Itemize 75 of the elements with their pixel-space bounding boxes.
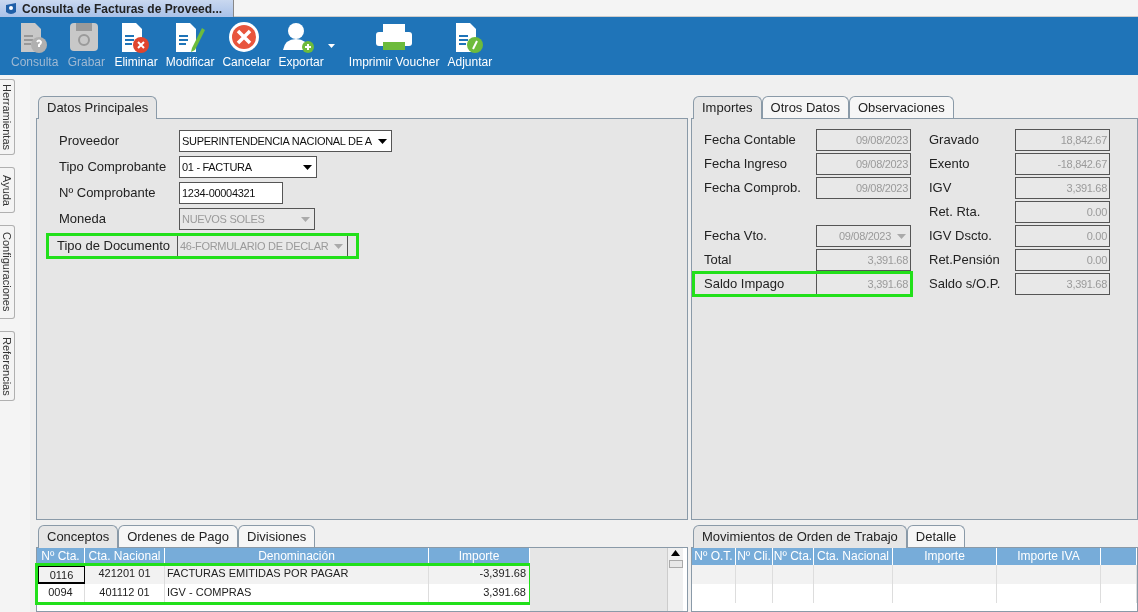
field-label: Ret.Pensión xyxy=(929,251,1001,270)
dropdown-field[interactable]: SUPERINTENDENCIA NACIONAL DE A xyxy=(179,130,392,152)
tab[interactable]: Observaciones xyxy=(848,96,954,118)
window-tab[interactable]: Consulta de Facturas de Proveed... xyxy=(0,0,234,17)
input-field[interactable]: 0.00 xyxy=(1015,225,1110,247)
toolbar-button[interactable]: Cancelar xyxy=(219,17,274,73)
toolbar-button[interactable]: Exportar xyxy=(275,17,344,73)
field-label: Saldo s/O.P. xyxy=(929,275,1002,294)
scrollbar[interactable] xyxy=(667,548,683,611)
field-label: Exento xyxy=(929,155,971,174)
caret-icon xyxy=(301,216,310,222)
side-tab[interactable]: Ayuda xyxy=(0,167,15,213)
field-label: Fecha Ingreso xyxy=(704,155,789,174)
field-label: Total xyxy=(704,251,733,270)
tab[interactable]: Ordenes de Pago xyxy=(118,525,239,547)
column-header[interactable]: Importe IVA xyxy=(997,548,1101,565)
field-label: Fecha Comprob. xyxy=(704,179,802,198)
table-cell: IGV - COMPRAS xyxy=(165,584,429,603)
input-field[interactable]: 3,391.68 xyxy=(816,273,911,295)
tab[interactable]: Importes xyxy=(693,96,762,119)
toolbar-button[interactable]: Eliminar xyxy=(111,17,161,73)
field-label: Gravado xyxy=(929,131,980,150)
input-field[interactable]: 0.00 xyxy=(1015,201,1110,223)
column-header[interactable]: Nº Cta. xyxy=(773,548,814,565)
input-field[interactable]: -18,842.67 xyxy=(1015,153,1110,175)
table-cell: 401112 01 xyxy=(85,584,165,603)
input-field[interactable]: 09/08/2023 xyxy=(816,177,911,199)
caret-icon xyxy=(334,243,344,249)
scroll-up-icon xyxy=(671,550,680,556)
tab[interactable]: Detalle xyxy=(906,525,966,547)
app-icon xyxy=(4,1,18,16)
dropdown-field[interactable]: 09/08/2023 xyxy=(816,225,911,247)
field-label: Fecha Vto. xyxy=(704,227,768,246)
tab[interactable]: Divisiones xyxy=(238,525,316,547)
column-header[interactable]: Importe xyxy=(893,548,997,565)
field-label: Fecha Contable xyxy=(704,131,797,150)
column-header[interactable]: Cta. Nacional xyxy=(814,548,893,565)
column-header[interactable]: Nº O.T. xyxy=(692,548,736,565)
caret-icon xyxy=(377,138,387,144)
tab[interactable]: Datos Principales xyxy=(38,96,158,119)
toolbar-button[interactable]: Modificar xyxy=(162,17,218,73)
side-tab[interactable]: Referencias xyxy=(0,331,15,401)
input-field[interactable]: 0.00 xyxy=(1015,249,1110,271)
field-label: Moneda xyxy=(59,210,107,229)
field-label: Proveedor xyxy=(59,132,120,151)
table-cell: 0094 xyxy=(37,584,85,603)
caret-icon xyxy=(897,233,906,239)
column-header[interactable] xyxy=(1101,548,1137,565)
input-field[interactable]: 09/08/2023 xyxy=(816,129,911,151)
input-field[interactable]: 3,391.68 xyxy=(1015,177,1110,199)
side-tab[interactable]: Configuraciones xyxy=(0,225,15,319)
input-field[interactable]: 09/08/2023 xyxy=(816,153,911,175)
field-label: Saldo Impago xyxy=(704,275,786,294)
caret-icon xyxy=(303,164,312,170)
field-label: IGV xyxy=(929,179,953,198)
input-field[interactable]: 1234-00004321 xyxy=(179,182,283,204)
dropdown-field[interactable]: 01 - FACTURA xyxy=(179,156,317,178)
field-label: Ret. Rta. xyxy=(929,203,982,222)
input-field[interactable]: 3,391.68 xyxy=(816,249,911,271)
scroll-thumb[interactable] xyxy=(668,560,683,568)
window-title: Consulta de Facturas de Proveed... xyxy=(22,0,223,18)
field-label: IGV Dscto. xyxy=(929,227,993,246)
column-header[interactable]: Nº Cli. xyxy=(736,548,773,565)
input-field[interactable]: 3,391.68 xyxy=(1015,273,1110,295)
caret-icon xyxy=(327,44,335,48)
toolbar-button[interactable]: Adjuntar xyxy=(444,17,496,73)
side-tab[interactable]: Herramientas xyxy=(0,79,15,155)
tab[interactable]: Movimientos de Orden de Trabajo xyxy=(693,525,907,548)
input-field[interactable]: 18,842.67 xyxy=(1015,129,1110,151)
toolbar-button[interactable]: Imprimir Voucher xyxy=(345,17,443,73)
field-label: Tipo de Documento xyxy=(57,237,171,256)
tab[interactable]: Otros Datos xyxy=(761,96,849,118)
field-label: Tipo Comprobante xyxy=(59,158,168,177)
tab[interactable]: Conceptos xyxy=(38,525,119,548)
field-label: Nº Comprobante xyxy=(59,184,157,203)
